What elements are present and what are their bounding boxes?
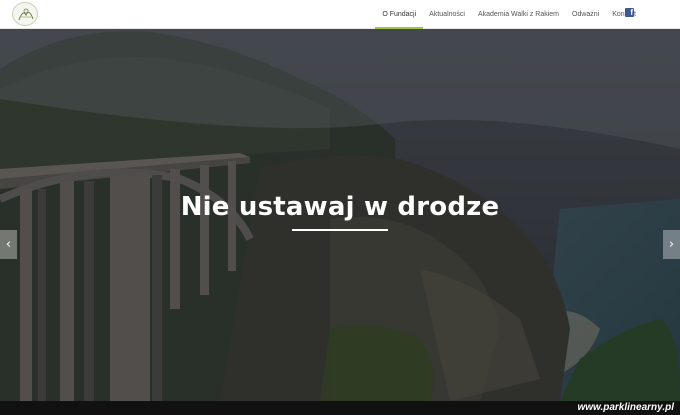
main-menu: O Fundacji Aktualności Akademia Walki z … — [369, 0, 636, 29]
chevron-left-icon[interactable]: ‹ — [0, 230, 17, 259]
nav-item-akademia-walki-z-rakiem[interactable]: Akademia Walki z Rakiem — [478, 0, 559, 29]
foundation-logo-icon[interactable] — [12, 2, 38, 26]
nav-item-odwazni[interactable]: Odważni — [572, 0, 599, 29]
hero-title: Nie ustawaj w drodze — [180, 192, 500, 222]
hero-slider: Nie ustawaj w drodze ‹ › — [0, 29, 680, 401]
nav-item-aktualnosci[interactable]: Aktualności — [429, 0, 465, 29]
nav-item-o-fundacji[interactable]: O Fundacji — [375, 0, 424, 29]
top-navbar: O Fundacji Aktualności Akademia Walki z … — [0, 0, 680, 29]
title-underline — [292, 229, 388, 231]
watermark-text: www.parklinearny.pl — [577, 402, 674, 413]
chevron-right-icon[interactable]: › — [663, 230, 680, 259]
facebook-icon[interactable]: f — [625, 8, 634, 17]
